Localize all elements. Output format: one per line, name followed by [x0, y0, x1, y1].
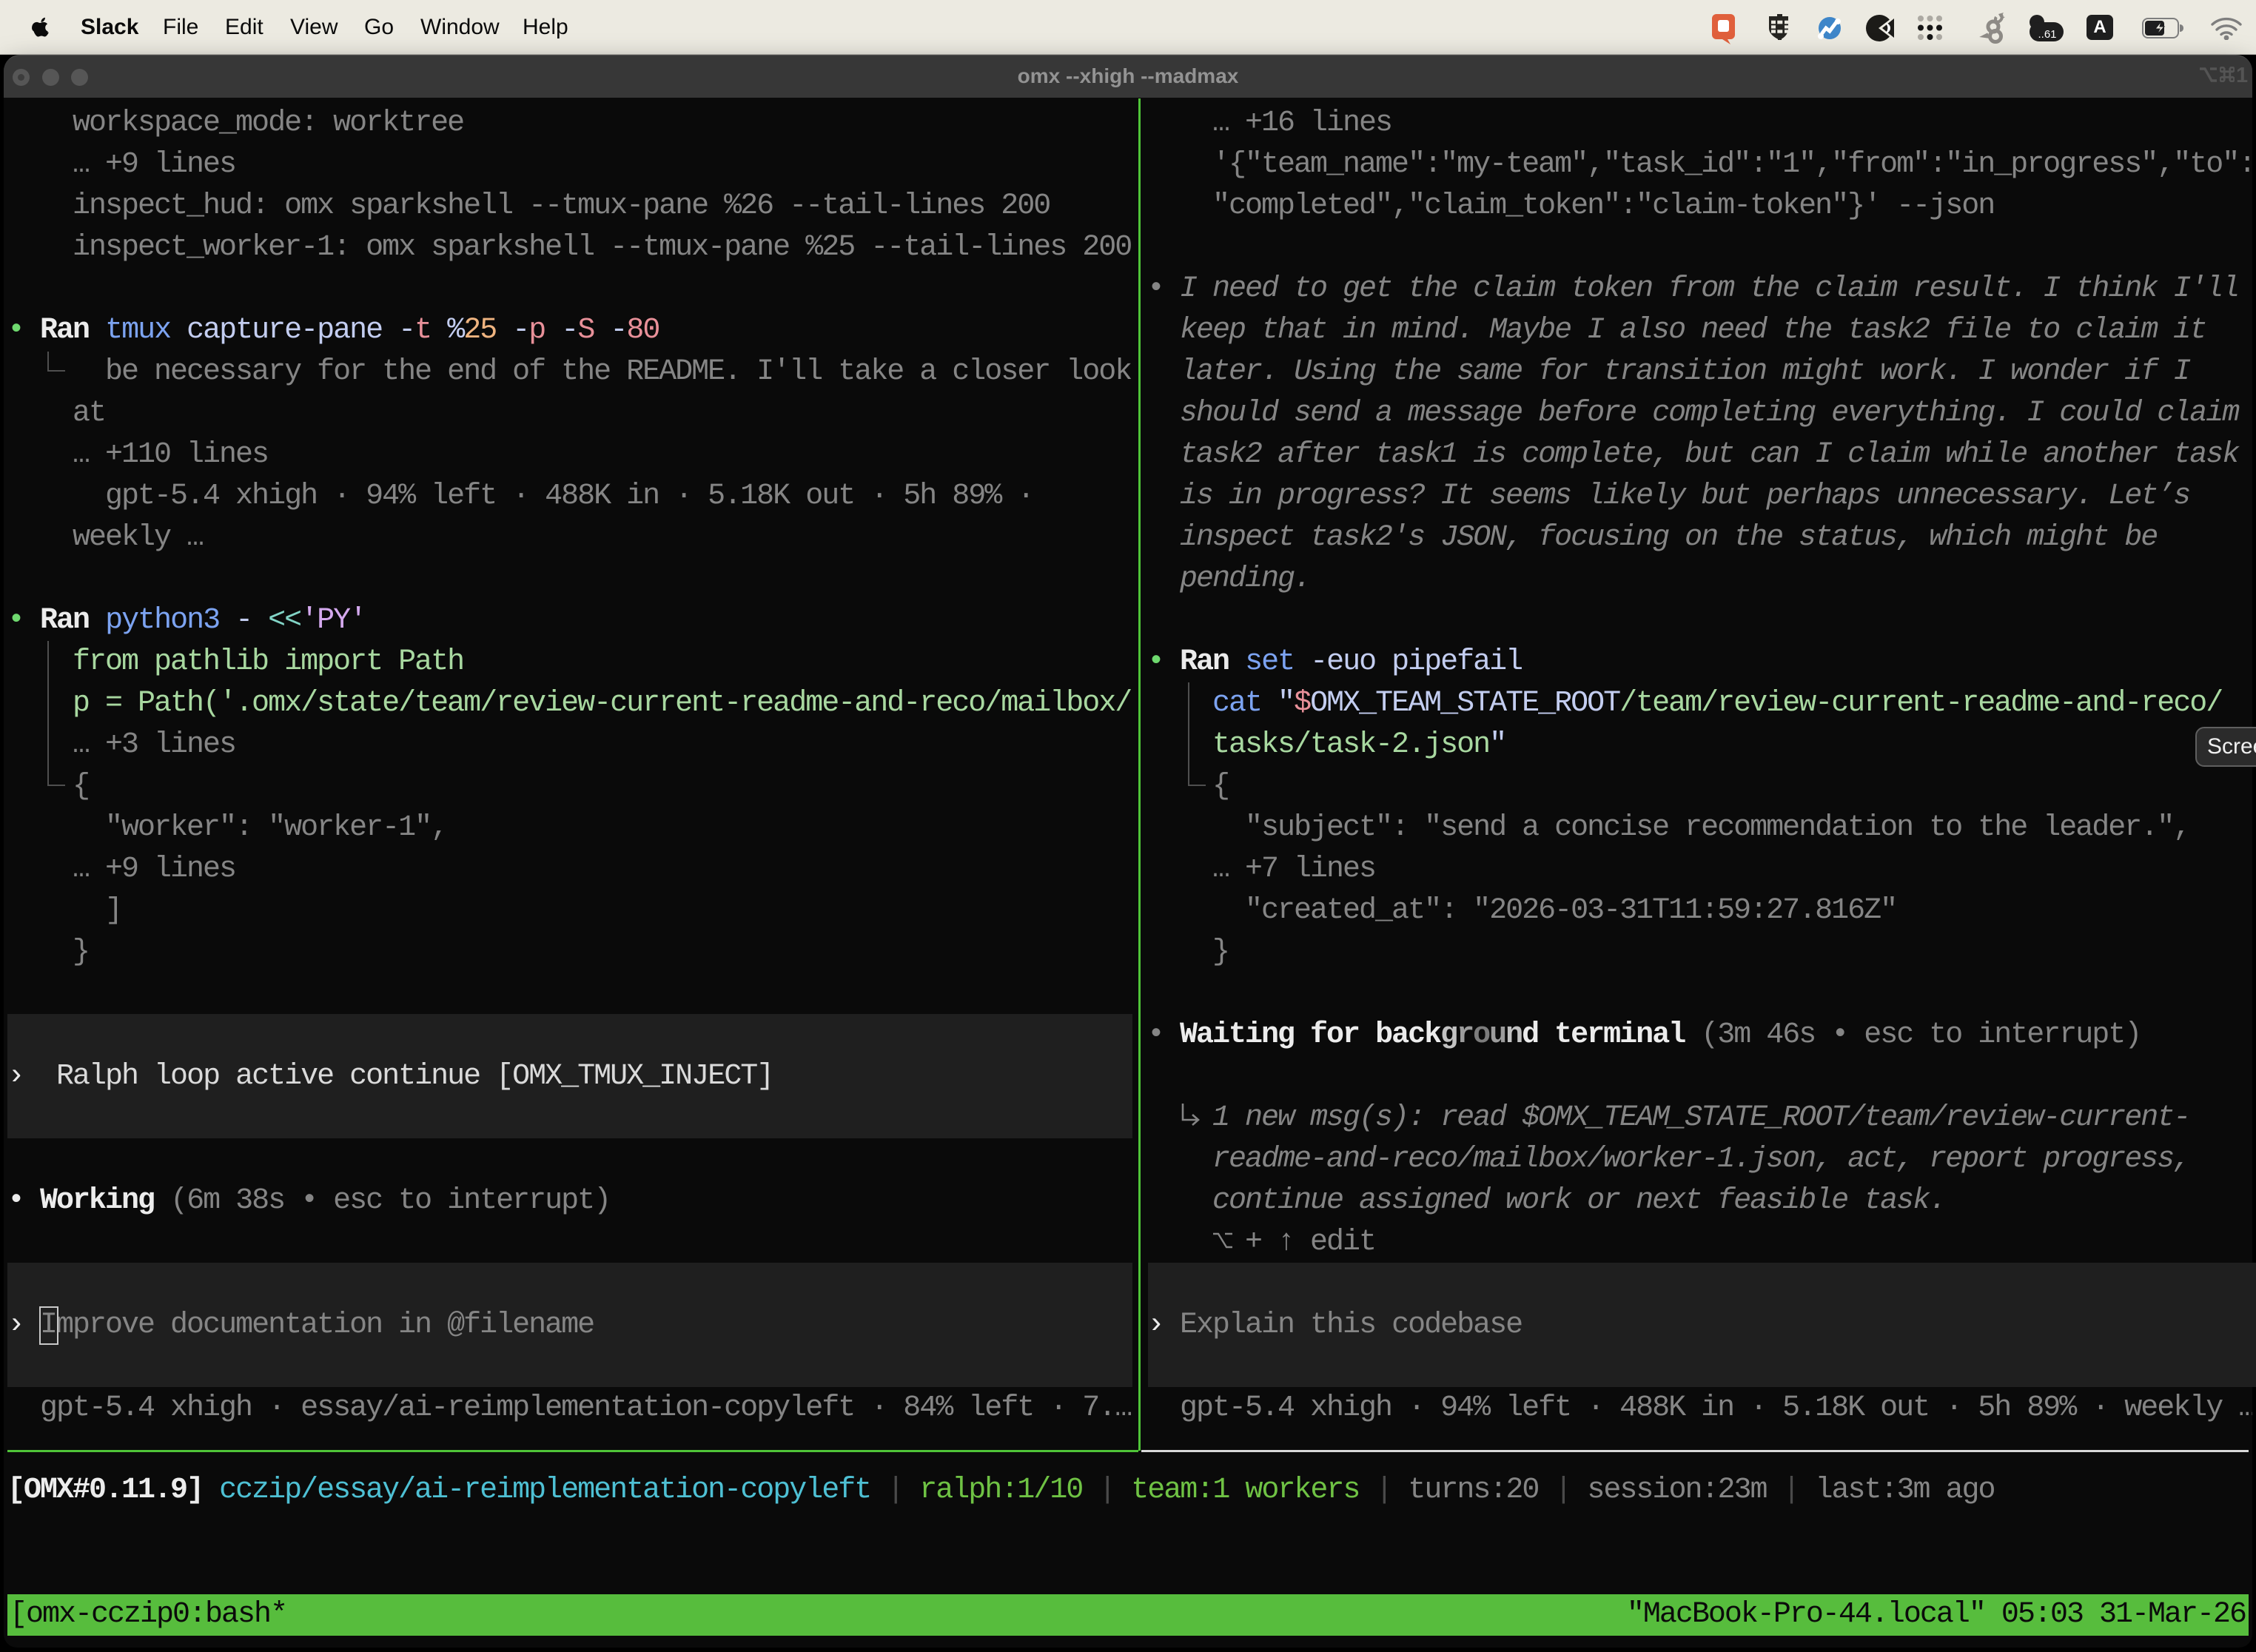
svg-text:..61: ..61 [2038, 28, 2056, 41]
